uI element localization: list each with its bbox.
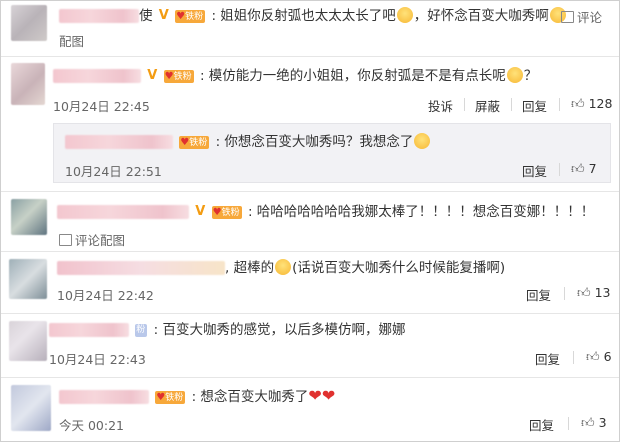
thumbs-up-icon: 👍︎ (577, 286, 591, 301)
reply-button[interactable]: 回复 (522, 161, 547, 180)
username[interactable] (59, 390, 149, 404)
like-count: 13 (594, 285, 611, 300)
username[interactable] (57, 261, 225, 275)
fan-badge: 粉 (135, 323, 148, 337)
comment-list: 使 V ♥铁粉 : 姐姐你反射弧也太太太长了吧 ，好怀念百变大咖秀啊 评论 配图 … (0, 0, 620, 442)
like-button[interactable]: 👍︎ 7 (571, 161, 597, 177)
comment-text: , 超棒的 (225, 260, 275, 276)
comment-text: ，好怀念百变大咖秀啊 (413, 8, 549, 24)
fan-badge: ♥铁粉 (211, 205, 242, 219)
like-button[interactable]: 👍︎ 128 (571, 96, 612, 112)
avatar[interactable] (11, 199, 47, 235)
username[interactable] (49, 323, 129, 337)
block-button[interactable]: 屏蔽 (475, 96, 500, 115)
comment-link[interactable]: 评论 (561, 7, 602, 26)
comment-text: : 你想念百变大咖秀吗？我想念了 (215, 134, 414, 150)
reply-button[interactable]: 回复 (526, 285, 551, 304)
comment-line: ♥铁粉 : 想念百变大咖秀了❤❤ (59, 387, 335, 406)
comment-line: ♥铁粉 : 你想念百变大咖秀吗？我想念了 (65, 133, 431, 151)
timestamp: 10月24日 22:43 (49, 352, 146, 367)
grin-emoji-icon (275, 259, 292, 275)
avatar[interactable] (9, 321, 47, 361)
timestamp: 10月24日 22:45 (53, 99, 150, 114)
comment-line: 粉 : 百变大咖秀的感觉，以后多模仿啊，娜娜 (49, 321, 405, 339)
vip-badge-icon: V (158, 8, 169, 23)
thumbs-up-icon: 👍︎ (571, 162, 585, 177)
separator (559, 163, 560, 176)
reply-button[interactable]: 回复 (522, 96, 547, 115)
like-button[interactable]: 👍︎ 13 (577, 285, 611, 301)
separator (568, 417, 569, 430)
picture-link[interactable]: 配图 (59, 31, 84, 50)
fan-badge: ♥铁粉 (175, 9, 206, 23)
like-count: 7 (588, 161, 597, 176)
smiley-emoji-icon (396, 7, 413, 23)
comment-line: V ♥铁粉 : 哈哈哈哈哈哈哈我娜太棒了！！！！想念百变娜！！！！ (57, 203, 594, 221)
username-suffix[interactable]: 使 (139, 8, 153, 24)
fan-badge: ♥铁粉 (179, 135, 210, 149)
comment-text: : 哈哈哈哈哈哈哈我娜太棒了！！！！想念百变娜！！！！ (247, 204, 595, 220)
divider (1, 56, 619, 57)
comment-text: : 想念百变大咖秀了 (191, 389, 309, 405)
separator (511, 98, 512, 111)
comment-text: : 模仿能力一绝的小姐姐，你反射弧是不是有点长呢 (199, 68, 506, 84)
like-button[interactable]: 👍︎ 3 (581, 415, 607, 431)
report-button[interactable]: 投诉 (428, 96, 453, 115)
heart-emoji-icon: ❤ (308, 386, 322, 405)
heart-emoji-icon: ❤ (321, 386, 336, 405)
comment-line: , 超棒的 (话说百变大咖秀什么时候能复播啊) (57, 259, 505, 277)
comment-text: : 百变大咖秀的感觉，以后多模仿啊，娜娜 (153, 322, 406, 338)
timestamp: 10月24日 22:42 (57, 288, 154, 303)
timestamp: 今天 00:21 (59, 418, 124, 433)
avatar[interactable] (9, 259, 47, 299)
scared-emoji-icon (414, 133, 431, 149)
reply-button[interactable]: 回复 (535, 349, 560, 368)
like-count: 128 (588, 96, 613, 111)
comment-text: : 姐姐你反射弧也太太太长了吧 (211, 8, 396, 24)
divider (1, 313, 619, 314)
thumbs-up-icon: 👍︎ (581, 416, 595, 431)
username[interactable] (59, 9, 139, 23)
smiley-emoji-icon (506, 67, 523, 83)
fan-badge: ♥铁粉 (163, 69, 194, 83)
vip-badge-icon: V (195, 204, 206, 219)
comment-text: (话说百变大咖秀什么时候能复播啊) (292, 260, 506, 276)
comment-icon (561, 11, 574, 23)
avatar[interactable] (11, 63, 45, 105)
vip-badge-icon: V (147, 68, 158, 83)
thumbs-up-icon: 👍︎ (571, 97, 585, 112)
like-count: 6 (603, 349, 612, 364)
thumbs-up-icon: 👍︎ (586, 350, 600, 365)
username[interactable] (53, 69, 141, 83)
divider (1, 377, 619, 378)
fan-badge: ♥铁粉 (155, 390, 186, 404)
avatar[interactable] (11, 5, 47, 41)
reply-button[interactable]: 回复 (529, 415, 554, 434)
like-button[interactable]: 👍︎ 6 (586, 349, 612, 365)
comment-picture-links[interactable]: 评论配图 (59, 230, 125, 249)
divider (1, 251, 619, 252)
comment-icon (59, 234, 72, 246)
separator (464, 98, 465, 111)
like-count: 3 (598, 415, 607, 430)
comment-line: V ♥铁粉 : 模仿能力一绝的小姐姐，你反射弧是不是有点长呢 ？ (53, 67, 537, 85)
separator (564, 287, 565, 300)
timestamp: 10月24日 22:51 (65, 164, 162, 179)
avatar[interactable] (11, 385, 51, 431)
divider (1, 191, 619, 192)
username[interactable] (57, 205, 189, 219)
username[interactable] (65, 135, 173, 149)
comment-text: ？ (523, 68, 538, 84)
comment-line: 使 V ♥铁粉 : 姐姐你反射弧也太太太长了吧 ，好怀念百变大咖秀啊 (59, 7, 567, 25)
separator (559, 98, 560, 111)
separator (573, 351, 574, 364)
